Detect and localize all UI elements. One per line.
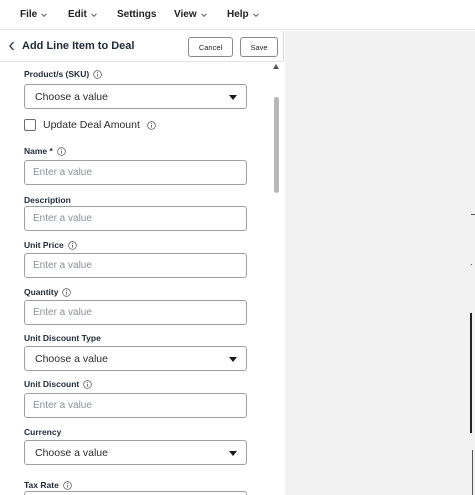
edge-mark (472, 450, 473, 495)
unit-price-label: Unit Price (24, 240, 77, 250)
edge-mark (471, 264, 472, 265)
info-circle-icon[interactable] (93, 69, 102, 79)
line-item-form: Product/s (SKU) Choose a value Update De… (0, 62, 271, 495)
description-label-text: Description (24, 195, 71, 205)
menu-settings-label: Settings (117, 9, 157, 20)
name-label: Name * (24, 146, 66, 156)
scrollbar-thumb[interactable] (274, 97, 279, 193)
edge-mark (470, 313, 472, 433)
name-label-text: Name * (24, 146, 53, 156)
description-label: Description (24, 195, 71, 205)
chevron-down-icon (200, 12, 207, 17)
unit-discount-type-select[interactable]: Choose a value (24, 346, 247, 371)
tax-rate-label-text: Tax Rate (24, 480, 59, 490)
unit-discount-input-placeholder: Enter a value (33, 400, 92, 411)
menu-view[interactable]: View (174, 9, 208, 20)
scroll-up-arrow-icon[interactable] (273, 64, 279, 69)
product-label-text: Product/s (SKU) (24, 69, 90, 79)
info-circle-icon[interactable] (147, 120, 156, 130)
quantity-label-text: Quantity (24, 287, 59, 297)
panel-header: Add Line Item to Deal Cancel Save (0, 31, 284, 62)
product-select-value: Choose a value (35, 91, 108, 103)
unit-price-input-placeholder: Enter a value (33, 260, 92, 271)
product-select[interactable]: Choose a value (24, 84, 247, 109)
cancel-button[interactable]: Cancel (188, 37, 233, 57)
tax-rate-input[interactable] (24, 491, 247, 495)
menu-bar: File Edit Settings View Help (0, 0, 475, 30)
currency-select-value: Choose a value (35, 447, 108, 459)
unit-discount-input[interactable]: Enter a value (24, 393, 247, 418)
menu-edit[interactable]: Edit (68, 9, 98, 20)
currency-label: Currency (24, 427, 61, 437)
menu-settings[interactable]: Settings (117, 9, 156, 20)
description-input[interactable]: Enter a value (24, 206, 247, 231)
description-input-placeholder: Enter a value (33, 213, 92, 224)
save-button[interactable]: Save (240, 37, 278, 57)
menu-file[interactable]: File (20, 9, 48, 20)
info-circle-icon[interactable] (67, 240, 77, 250)
menu-edit-label: Edit (68, 9, 87, 20)
chevron-down-icon (91, 12, 97, 17)
background-area (285, 31, 475, 495)
menu-file-label: File (20, 9, 38, 20)
menu-help-label: Help (227, 9, 249, 20)
unit-discount-label-text: Unit Discount (24, 379, 80, 389)
menu-help[interactable]: Help (227, 9, 260, 20)
unit-price-label-text: Unit Price (24, 240, 64, 250)
menu-view-label: View (174, 9, 197, 20)
currency-label-text: Currency (24, 427, 62, 437)
info-circle-icon[interactable] (63, 480, 72, 490)
quantity-input-placeholder: Enter a value (33, 307, 92, 318)
update-deal-amount-row: Update Deal Amount (24, 119, 156, 131)
caret-down-icon (229, 95, 237, 100)
name-input-placeholder: Enter a value (33, 167, 92, 178)
chevron-down-icon (41, 12, 48, 17)
unit-price-input[interactable]: Enter a value (24, 253, 247, 278)
caret-down-icon (229, 451, 237, 456)
product-label: Product/s (SKU) (24, 69, 102, 79)
unit-discount-type-label-text: Unit Discount Type (24, 333, 101, 343)
tax-rate-label: Tax Rate (24, 480, 72, 490)
info-circle-icon[interactable] (57, 146, 66, 156)
update-deal-amount-checkbox[interactable] (24, 119, 36, 131)
chevron-down-icon (252, 12, 259, 17)
unit-discount-type-label: Unit Discount Type (24, 333, 101, 343)
quantity-label: Quantity (24, 287, 72, 297)
name-input[interactable]: Enter a value (24, 160, 247, 185)
edge-mark (471, 214, 475, 215)
info-circle-icon[interactable] (83, 379, 92, 389)
panel-title: Add Line Item to Deal (22, 40, 135, 52)
caret-down-icon (229, 357, 237, 362)
unit-discount-label: Unit Discount (24, 379, 92, 389)
unit-discount-type-select-value: Choose a value (35, 353, 108, 365)
info-circle-icon[interactable] (62, 287, 72, 297)
quantity-input[interactable]: Enter a value (24, 300, 247, 325)
currency-select[interactable]: Choose a value (24, 440, 247, 465)
add-line-item-panel: Add Line Item to Deal Cancel Save Produc… (0, 31, 284, 495)
chevron-left-icon[interactable] (7, 40, 17, 52)
update-deal-amount-label: Update Deal Amount (43, 119, 140, 131)
